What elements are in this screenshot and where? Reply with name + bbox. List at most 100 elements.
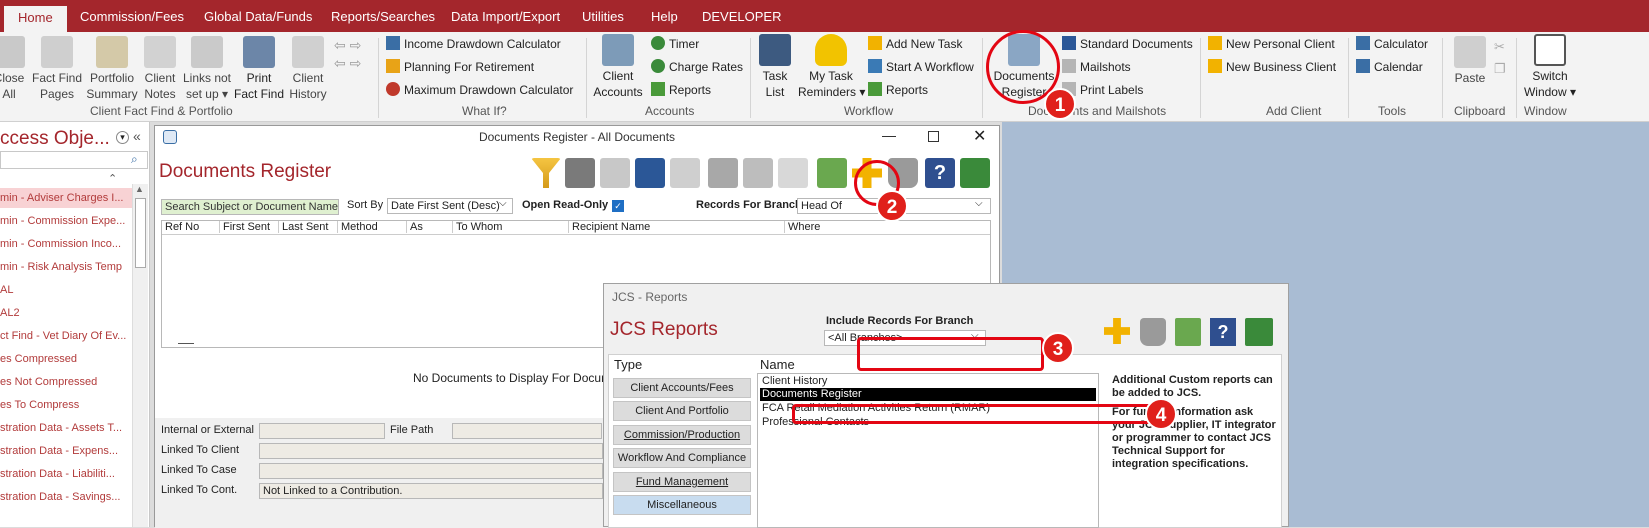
column-header[interactable]: First Sent xyxy=(219,221,270,233)
tab-help[interactable]: Help xyxy=(651,9,678,24)
scroll-thumb[interactable] xyxy=(135,198,146,268)
fax-icon[interactable] xyxy=(743,158,773,188)
column-header[interactable]: Method xyxy=(337,221,378,233)
accounts-reports-button[interactable]: Reports xyxy=(651,81,711,99)
nav-arrows-icon[interactable]: ⇦ ⇨ ⇦ ⇨ xyxy=(334,36,370,76)
close-icon[interactable]: ✕ xyxy=(973,126,986,146)
list-item[interactable]: stration Data - Liabiliti... xyxy=(0,464,132,484)
chevron-down-icon[interactable]: ⌵ xyxy=(975,198,983,209)
tab-utilities[interactable]: Utilities xyxy=(582,9,624,24)
type-client-and-portfolio[interactable]: Client And Portfolio xyxy=(613,401,751,421)
report-book-icon[interactable] xyxy=(1175,318,1201,346)
mailshots-button[interactable]: Mailshots xyxy=(1062,58,1131,76)
linked-to-client-field[interactable] xyxy=(259,443,603,459)
column-header[interactable]: As xyxy=(406,221,423,233)
tab-developer[interactable]: DEVELOPER xyxy=(702,9,781,24)
my-task-reminders-button[interactable]: My Task Reminders ▾ xyxy=(798,34,865,100)
column-header[interactable]: Where xyxy=(784,221,820,233)
search-icon[interactable]: ⌕ xyxy=(131,152,138,167)
list-item[interactable]: Client History xyxy=(762,375,827,387)
client-accounts-button[interactable]: Client Accounts xyxy=(592,34,644,100)
maximum-drawdown-calculator-button[interactable]: Maximum Drawdown Calculator xyxy=(386,81,573,99)
list-item[interactable]: es Not Compressed xyxy=(0,372,132,392)
start-a-workflow-button[interactable]: Start A Workflow xyxy=(868,58,974,76)
list-item[interactable]: min - Commission Inco... xyxy=(0,234,132,254)
collapse-group-icon[interactable]: ⌃ xyxy=(108,172,117,185)
open-read-only-checkbox[interactable]: ✓ xyxy=(612,200,624,212)
exit-icon[interactable] xyxy=(960,158,990,188)
list-item[interactable]: min - Adviser Charges I... xyxy=(0,188,132,208)
list-item[interactable]: AL2 xyxy=(0,303,132,323)
income-drawdown-calculator-button[interactable]: Income Drawdown Calculator xyxy=(386,35,561,53)
minimize-button[interactable]: — xyxy=(882,127,896,143)
exit-icon[interactable] xyxy=(1245,318,1273,346)
portfolio-summary-button[interactable]: Portfolio Summary xyxy=(86,36,138,102)
tab-home[interactable]: Home xyxy=(4,6,67,32)
document-icon[interactable] xyxy=(778,158,808,188)
type-miscellaneous[interactable]: Miscellaneous xyxy=(613,495,751,515)
client-notes-button[interactable]: Client Notes xyxy=(140,36,180,102)
save-icon[interactable] xyxy=(565,158,595,188)
linked-to-cont-field[interactable]: Not Linked to a Contribution. xyxy=(259,483,603,499)
type-commission-production[interactable]: Commission/Production xyxy=(613,425,751,445)
print-fact-find-button[interactable]: Print Fact Find xyxy=(234,36,284,102)
nav-search-input[interactable] xyxy=(0,151,148,169)
add-new-task-button[interactable]: Add New Task xyxy=(868,35,962,53)
report-name-list[interactable]: Client History Documents Register FCA Re… xyxy=(757,373,1099,528)
cut-copy-icons[interactable]: ✂ ❐ xyxy=(1494,36,1506,80)
list-item[interactable]: stration Data - Expens... xyxy=(0,441,132,461)
linked-to-case-field[interactable] xyxy=(259,463,603,479)
add-icon[interactable] xyxy=(1104,318,1130,344)
paste-button[interactable]: Paste xyxy=(1450,36,1490,86)
new-business-client-button[interactable]: New Business Client xyxy=(1208,58,1336,76)
list-item[interactable]: min - Risk Analysis Temp xyxy=(0,257,132,277)
report-book-icon[interactable] xyxy=(817,158,847,188)
word-doc-icon[interactable] xyxy=(635,158,665,188)
help-icon[interactable]: ? xyxy=(1210,318,1236,346)
maximize-button[interactable] xyxy=(928,131,939,142)
links-not-set-up-button[interactable]: Links not set up ▾ xyxy=(182,36,232,102)
task-list-button[interactable]: Task List xyxy=(758,34,792,100)
column-header[interactable]: To Whom xyxy=(452,221,502,233)
column-header[interactable]: Last Sent xyxy=(278,221,328,233)
switch-window-button[interactable]: Switch Window ▾ xyxy=(1520,34,1580,100)
file-path-field[interactable] xyxy=(452,423,602,439)
type-client-accounts-fees[interactable]: Client Accounts/Fees xyxy=(613,378,751,398)
list-item[interactable]: stration Data - Savings... xyxy=(0,487,132,507)
close-all-button[interactable]: CloseAll xyxy=(0,36,26,102)
search-input[interactable]: Search Subject or Document Name xyxy=(161,199,339,215)
type-workflow-and-compliance[interactable]: Workflow And Compliance xyxy=(613,448,751,468)
standard-documents-button[interactable]: Standard Documents xyxy=(1062,35,1193,53)
print-icon[interactable] xyxy=(708,158,738,188)
sort-by-select[interactable]: Date First Sent (Desc) xyxy=(387,198,513,214)
chevron-down-icon[interactable]: ⌵ xyxy=(499,198,507,209)
filter-icon[interactable] xyxy=(531,158,561,188)
internal-external-field[interactable] xyxy=(259,423,385,439)
collapse-pane-icon[interactable]: « xyxy=(133,128,141,144)
type-fund-management[interactable]: Fund Management xyxy=(613,472,751,492)
column-header[interactable]: Recipient Name xyxy=(568,221,650,233)
help-icon[interactable]: ? xyxy=(925,158,955,188)
planning-for-retirement-button[interactable]: Planning For Retirement xyxy=(386,58,534,76)
timer-button[interactable]: Timer xyxy=(651,35,699,53)
workflow-reports-button[interactable]: Reports xyxy=(868,81,928,99)
tab-data-import-export[interactable]: Data Import/Export xyxy=(451,9,560,24)
client-history-button[interactable]: Client History xyxy=(286,36,330,102)
tab-commission-fees[interactable]: Commission/Fees xyxy=(80,9,184,24)
column-header[interactable]: Ref No xyxy=(165,221,199,233)
list-item[interactable]: min - Commission Expe... xyxy=(0,211,132,231)
tab-reports-searches[interactable]: Reports/Searches xyxy=(331,9,435,24)
calculator-button[interactable]: Calculator xyxy=(1356,35,1428,53)
list-item[interactable]: es To Compress xyxy=(0,395,132,415)
scroll-up-icon[interactable]: ▲ xyxy=(135,184,144,194)
tab-global-data-funds[interactable]: Global Data/Funds xyxy=(204,9,312,24)
email-icon[interactable] xyxy=(600,158,630,188)
fact-find-pages-button[interactable]: Fact Find Pages xyxy=(32,36,82,102)
calendar-button[interactable]: Calendar xyxy=(1356,58,1423,76)
at-mail-icon[interactable] xyxy=(670,158,700,188)
list-item[interactable]: es Compressed xyxy=(0,349,132,369)
new-personal-client-button[interactable]: New Personal Client xyxy=(1208,35,1335,53)
chevron-down-icon[interactable]: ▾ xyxy=(116,131,129,144)
list-item-selected[interactable]: Documents Register xyxy=(760,388,1096,401)
nav-scrollbar[interactable]: ▲ xyxy=(132,184,148,527)
